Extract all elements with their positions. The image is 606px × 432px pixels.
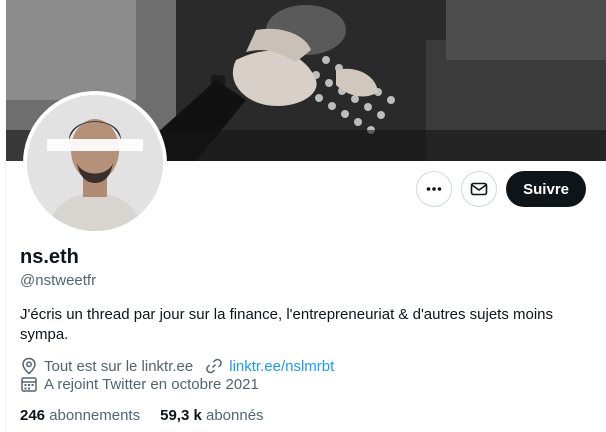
user-handle: @nstweetfr	[20, 272, 97, 289]
profile-bio: J'écris un thread par jour sur la financ…	[20, 306, 554, 343]
profile-avatar[interactable]	[23, 91, 167, 235]
display-name: ns.eth	[20, 246, 79, 268]
followers-count: 59,3 k	[160, 407, 202, 424]
calendar-icon	[20, 375, 38, 393]
follow-stats: 246 abonnements 59,3 k abonnés	[20, 407, 264, 424]
followers-stat[interactable]: 59,3 k abonnés	[160, 407, 263, 424]
profile-actions: Suivre	[416, 171, 586, 207]
location-text: Tout est sur le linktr.ee	[44, 357, 194, 375]
profile-meta-location-row: Tout est sur le linktr.ee linktr.ee/nslm…	[20, 357, 334, 375]
joined-date-text: A rejoint Twitter en octobre 2021	[44, 375, 259, 393]
envelope-icon	[470, 182, 488, 196]
following-count: 246	[20, 407, 46, 424]
website-link[interactable]: linktr.ee/nslmrbt	[229, 358, 334, 375]
follow-button[interactable]: Suivre	[506, 171, 586, 207]
followers-label: abonnés	[206, 407, 264, 424]
link-icon	[205, 357, 223, 375]
following-label: abonnements	[49, 407, 141, 424]
more-icon	[426, 187, 442, 191]
following-stat[interactable]: 246 abonnements	[20, 407, 140, 424]
message-button[interactable]	[461, 171, 498, 207]
profile-meta-joined-row: A rejoint Twitter en octobre 2021	[20, 375, 259, 393]
more-button[interactable]	[416, 171, 453, 207]
location-pin-icon	[20, 357, 38, 375]
page-border	[5, 161, 6, 432]
avatar-image	[27, 95, 163, 231]
